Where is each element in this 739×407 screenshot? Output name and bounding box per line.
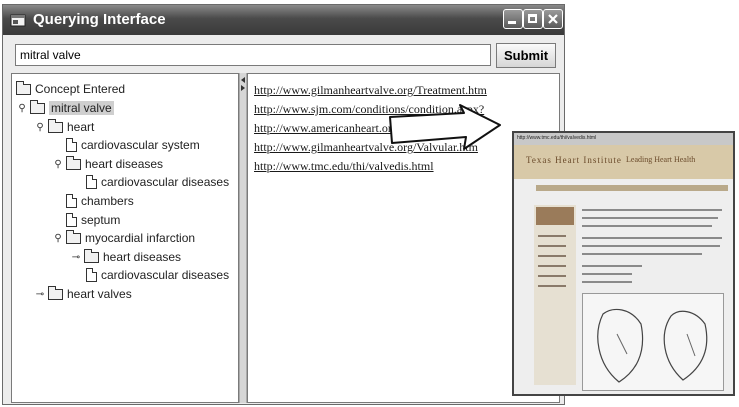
- document-icon: [86, 175, 97, 189]
- close-button[interactable]: [543, 9, 563, 29]
- preview-site-title: Texas Heart Institute: [526, 155, 622, 165]
- webpage-preview[interactable]: http://www.tmc.edu/thi/valvedis.html Tex…: [512, 131, 735, 396]
- tree-node-label: cardiovascular system: [81, 138, 200, 152]
- preview-nav-bar: [536, 185, 728, 191]
- tree-node-heart-diseases-2[interactable]: ⊸ heart diseases: [70, 248, 181, 266]
- document-icon: [86, 268, 97, 282]
- close-icon: [548, 14, 558, 24]
- tree-node-label: cardiovascular diseases: [101, 175, 230, 189]
- expanded-handle-icon[interactable]: ⚲: [34, 122, 46, 133]
- folder-icon: [66, 229, 81, 244]
- tree-root[interactable]: Concept Entered: [16, 80, 125, 98]
- preview-url: http://www.tmc.edu/thi/valvedis.html: [517, 135, 597, 141]
- tree-node-cardiovascular-diseases[interactable]: cardiovascular diseases: [86, 173, 229, 191]
- concept-tree: Concept Entered ⚲ mitral valve ⚲ heart c…: [11, 73, 239, 403]
- preview-heart-diagram: [582, 293, 724, 391]
- tree-node-heart-diseases[interactable]: ⚲ heart diseases: [52, 155, 163, 173]
- result-link[interactable]: http://www.gilmanheartvalve.org/Treatmen…: [254, 83, 487, 98]
- collapsed-handle-icon[interactable]: ⊸: [34, 289, 46, 300]
- preview-text-line: [582, 265, 642, 267]
- expanded-handle-icon[interactable]: ⚲: [52, 159, 64, 170]
- tree-root-label: Concept Entered: [35, 82, 126, 96]
- pane-splitter[interactable]: [239, 73, 247, 403]
- tree-node-label: mitral valve: [49, 101, 114, 115]
- result-link[interactable]: http://www.tmc.edu/thi/valvedis.html: [254, 159, 434, 174]
- folder-icon: [16, 80, 31, 95]
- tree-node-chambers[interactable]: chambers: [66, 192, 134, 210]
- tree-node-label: cardiovascular diseases: [101, 268, 230, 282]
- folder-icon: [48, 285, 63, 300]
- preview-sidebar-item: [538, 265, 566, 267]
- tree-node-cardiovascular-system[interactable]: cardiovascular system: [66, 136, 200, 154]
- title-bar[interactable]: Querying Interface: [3, 5, 564, 35]
- right-arrow-icon: [389, 104, 501, 150]
- document-icon: [66, 213, 77, 227]
- preview-sidebar: [534, 205, 576, 385]
- preview-text-line: [582, 281, 632, 283]
- expanded-handle-icon[interactable]: ⚲: [52, 233, 64, 244]
- tree-node-label: heart valves: [67, 287, 132, 301]
- tree-node-label: septum: [81, 213, 121, 227]
- minimize-button[interactable]: [503, 9, 523, 29]
- preview-sidebar-header: [536, 207, 574, 225]
- folder-icon: [66, 155, 81, 170]
- querying-interface-window: Querying Interface Submit Concept Entere…: [2, 4, 565, 405]
- tree-node-myocardial-infarction[interactable]: ⚲ myocardial infarction: [52, 229, 195, 247]
- search-input[interactable]: [15, 44, 491, 66]
- heart-diagram-image: [597, 308, 708, 383]
- tree-node-cardiovascular-diseases-2[interactable]: cardiovascular diseases: [86, 266, 229, 284]
- app-window-icon: [10, 14, 26, 27]
- tree-node-mitral-valve[interactable]: ⚲ mitral valve: [16, 99, 114, 117]
- preview-text-line: [582, 273, 632, 275]
- window-title: Querying Interface: [33, 11, 166, 28]
- tree-node-label: heart diseases: [103, 250, 182, 264]
- collapsed-handle-icon[interactable]: ⊸: [70, 252, 82, 263]
- maximize-button[interactable]: [523, 9, 543, 29]
- document-icon: [66, 194, 77, 208]
- preview-sidebar-item: [538, 235, 566, 237]
- tree-node-label: chambers: [81, 194, 134, 208]
- folder-icon: [48, 118, 63, 133]
- preview-tagline: Leading Heart Health: [626, 155, 696, 164]
- preview-sidebar-item: [538, 275, 566, 277]
- tree-node-heart-valves[interactable]: ⊸ heart valves: [34, 285, 132, 303]
- preview-sidebar-item: [538, 255, 566, 257]
- folder-icon: [30, 99, 45, 114]
- preview-text-line: [582, 217, 718, 219]
- tree-node-septum[interactable]: septum: [66, 211, 120, 229]
- expanded-handle-icon[interactable]: ⚲: [16, 103, 28, 114]
- preview-text-line: [582, 225, 712, 227]
- folder-icon: [84, 248, 99, 263]
- preview-sidebar-item: [538, 245, 566, 247]
- preview-text-line: [582, 245, 720, 247]
- tree-node-label: heart diseases: [85, 157, 164, 171]
- collapse-right-icon[interactable]: [241, 85, 245, 91]
- preview-text-line: [582, 237, 722, 239]
- document-icon: [66, 138, 77, 152]
- tree-node-label: myocardial infarction: [85, 231, 196, 245]
- preview-text-line: [582, 253, 702, 255]
- preview-sidebar-item: [538, 285, 566, 287]
- submit-button[interactable]: Submit: [496, 43, 556, 68]
- tree-node-label: heart: [67, 120, 95, 134]
- tree-node-heart[interactable]: ⚲ heart: [34, 118, 94, 136]
- preview-text-line: [582, 209, 722, 211]
- collapse-left-icon[interactable]: [241, 77, 245, 83]
